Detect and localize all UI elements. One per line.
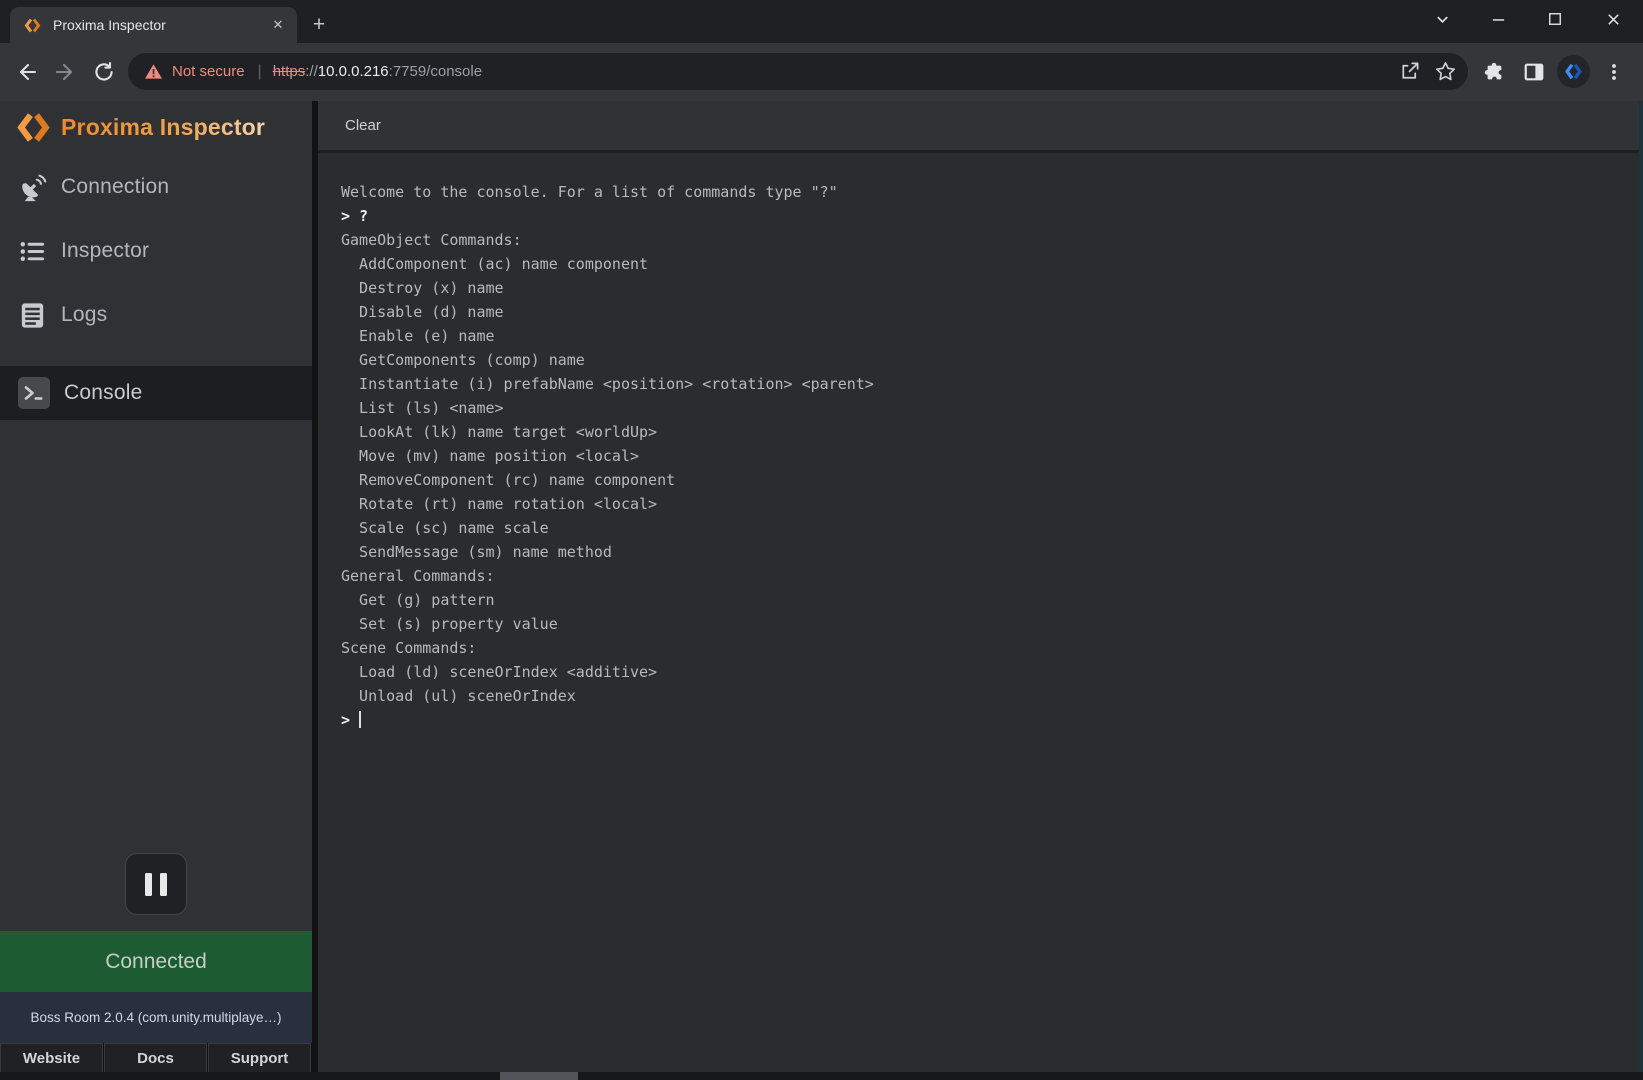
address-bar[interactable]: Not secure | https://10.0.0.216:7759/con… — [128, 53, 1468, 90]
side-panel-icon[interactable] — [1518, 56, 1549, 87]
horizontal-scrollbar[interactable] — [0, 1072, 1643, 1080]
console-output-line: Rotate (rt) name rotation <local> — [341, 492, 1625, 516]
console-prompt-line: > ? — [341, 204, 1625, 228]
sidebar-item-label: Logs — [61, 303, 107, 327]
tab-close-icon[interactable]: ✕ — [269, 16, 287, 34]
app-title: Proxima Inspector — [61, 114, 265, 141]
url-separator: | — [258, 63, 262, 81]
clear-button[interactable]: Clear — [345, 117, 381, 134]
bookmark-star-icon[interactable] — [1434, 60, 1457, 83]
console-output-line: SendMessage (sm) name method — [341, 540, 1625, 564]
sidebar-item-label: Connection — [61, 175, 169, 199]
browser-tab[interactable]: Proxima Inspector ✕ — [10, 7, 297, 43]
sidebar-item-logs[interactable]: Logs — [0, 292, 312, 338]
console-cursor — [359, 711, 361, 728]
console-output-line: Move (mv) name position <local> — [341, 444, 1625, 468]
window-minimize-button[interactable] — [1482, 3, 1514, 35]
window-maximize-button[interactable] — [1539, 3, 1571, 35]
window-edge-strip — [1639, 101, 1643, 1080]
page-content: Proxima Inspector Connection — [0, 101, 1643, 1080]
console-output-line: LookAt (lk) name target <worldUp> — [341, 420, 1625, 444]
satellite-dish-icon — [17, 172, 48, 203]
terminal-icon — [17, 376, 51, 410]
console-output[interactable]: Welcome to the console. For a list of co… — [318, 153, 1643, 732]
url-scheme: https — [273, 63, 306, 80]
console-output-line: Scale (sc) name scale — [341, 516, 1625, 540]
pause-icon — [145, 873, 152, 896]
favicon-proxima-icon — [24, 17, 41, 34]
not-secure-label: Not secure — [172, 63, 245, 80]
console-panel: Clear Welcome to the console. For a list… — [318, 101, 1643, 1080]
console-output-line: Welcome to the console. For a list of co… — [341, 180, 1625, 204]
share-icon[interactable] — [1398, 60, 1421, 83]
console-output-line: General Commands: — [341, 564, 1625, 588]
console-toolbar: Clear — [318, 101, 1643, 153]
console-output-line: GameObject Commands: — [341, 228, 1625, 252]
app-logo: Proxima Inspector — [16, 110, 265, 145]
reload-button[interactable] — [87, 55, 121, 89]
sidebar-item-label: Console — [64, 381, 142, 405]
sidebar-item-console[interactable]: Console — [0, 366, 312, 420]
not-secure-warning-icon — [144, 63, 163, 80]
new-tab-button[interactable]: + — [306, 12, 332, 38]
console-output-line: RemoveComponent (rc) name component — [341, 468, 1625, 492]
console-output-line: List (ls) <name> — [341, 396, 1625, 420]
sidebar-item-inspector[interactable]: Inspector — [0, 228, 312, 274]
tab-title: Proxima Inspector — [53, 17, 269, 33]
profile-avatar[interactable] — [1557, 55, 1590, 88]
console-output-line: Scene Commands: — [341, 636, 1625, 660]
sidebar-item-label: Inspector — [61, 239, 149, 263]
console-output-line: Unload (ul) sceneOrIndex — [341, 684, 1625, 708]
tab-search-chevron-icon[interactable] — [1426, 3, 1458, 35]
url-path: :7759/console — [389, 63, 482, 80]
browser-menu-icon[interactable] — [1598, 56, 1629, 87]
console-output-line: Set (s) property value — [341, 612, 1625, 636]
url-slashes: :// — [305, 63, 318, 80]
forward-button[interactable] — [48, 55, 82, 89]
extensions-puzzle-icon[interactable] — [1478, 56, 1509, 87]
console-output-line: Destroy (x) name — [341, 276, 1625, 300]
console-output-line: Instantiate (i) prefabName <position> <r… — [341, 372, 1625, 396]
proxima-logo-icon — [16, 110, 51, 145]
project-info-bar: Boss Room 2.0.4 (com.unity.multiplaye…) — [0, 992, 312, 1043]
tab-strip: Proxima Inspector ✕ + — [0, 0, 1643, 43]
console-output-line: Get (g) pattern — [341, 588, 1625, 612]
console-output-line: GetComponents (comp) name — [341, 348, 1625, 372]
list-icon — [17, 236, 48, 267]
browser-toolbar: Not secure | https://10.0.0.216:7759/con… — [0, 43, 1643, 101]
pause-button[interactable] — [125, 853, 187, 915]
console-output-line: Load (ld) sceneOrIndex <additive> — [341, 660, 1625, 684]
log-document-icon — [17, 300, 48, 331]
window-close-button[interactable] — [1597, 3, 1629, 35]
url-text: https://10.0.0.216:7759/console — [273, 63, 482, 80]
back-button[interactable] — [10, 55, 44, 89]
console-output-line: Disable (d) name — [341, 300, 1625, 324]
console-output-line: AddComponent (ac) name component — [341, 252, 1625, 276]
console-output-line: Enable (e) name — [341, 324, 1625, 348]
sidebar: Proxima Inspector Connection — [0, 101, 312, 1080]
sidebar-item-connection[interactable]: Connection — [0, 164, 312, 210]
url-host: 10.0.0.216 — [318, 63, 389, 80]
horizontal-scrollbar-thumb[interactable] — [500, 1072, 578, 1080]
console-prompt-line: > — [341, 708, 1625, 732]
browser-window: Proxima Inspector ✕ + — [0, 0, 1643, 1080]
connection-status-badge: Connected — [0, 931, 312, 992]
